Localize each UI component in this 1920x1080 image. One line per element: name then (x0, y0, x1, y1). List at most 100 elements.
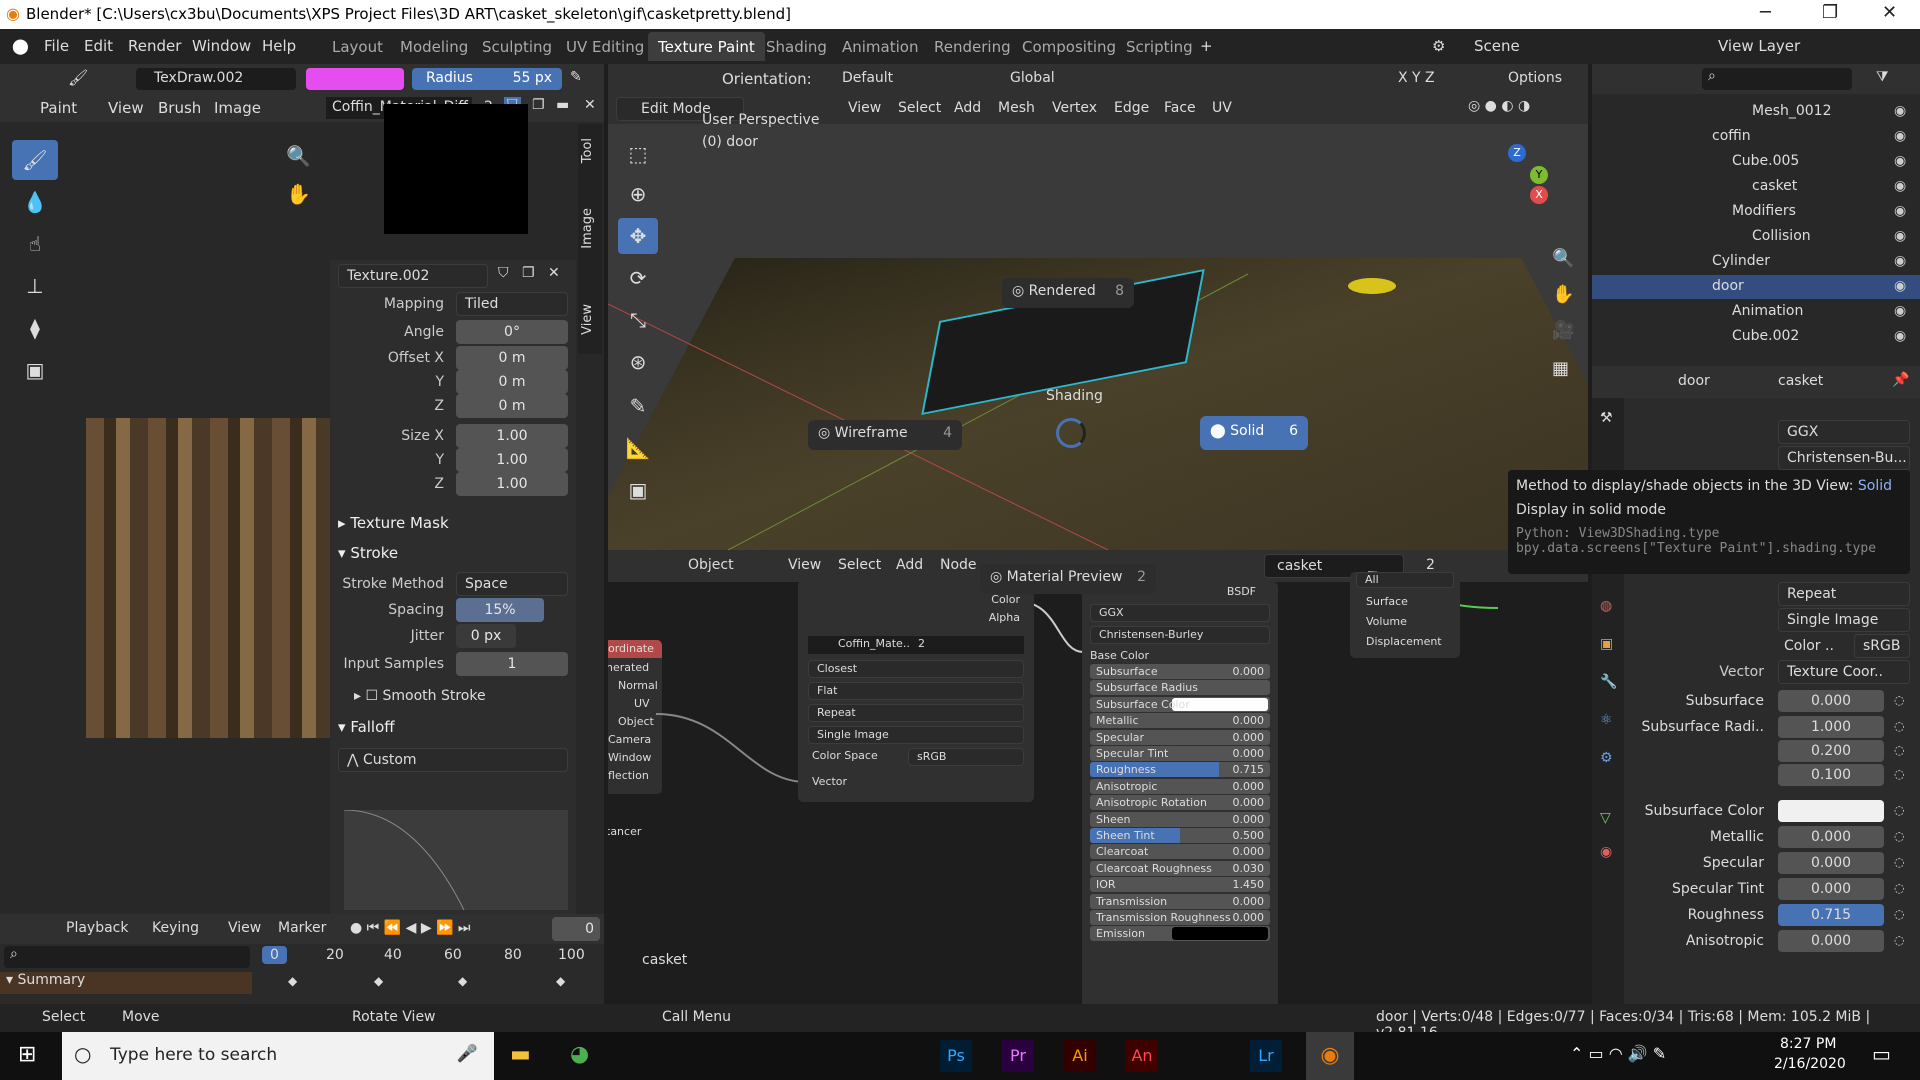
jitter-field[interactable]: 0 px (456, 624, 516, 648)
bsdf-input-row[interactable]: Roughness 0.715 (1090, 762, 1270, 778)
rotate-tool-icon[interactable]: ⟳ (618, 260, 658, 296)
visibility-eye-icon[interactable]: ◉ (1894, 203, 1906, 219)
size-x-field[interactable]: 1.00 (456, 424, 568, 448)
navigation-gizmo[interactable]: Z Y X (1470, 144, 1560, 234)
clock-time[interactable]: 8:27 PM (1780, 1036, 1836, 1052)
illustrator-icon[interactable]: Ai (1064, 1040, 1096, 1072)
outliner-item[interactable]: casket ◉ (1592, 175, 1920, 199)
camera-view-icon[interactable]: 🎥 (1552, 320, 1574, 341)
menu-help[interactable]: Help (262, 37, 296, 55)
keyframe-marker[interactable]: ◆ (374, 974, 383, 988)
tab-rendering[interactable]: Rendering (924, 32, 1021, 61)
projection-dropdown[interactable]: Flat (808, 682, 1024, 700)
premiere-icon[interactable]: Pr (1002, 1040, 1034, 1072)
pan-view-icon[interactable]: ✋ (1552, 284, 1574, 305)
blender-menu-icon[interactable]: ⬤ (12, 37, 29, 55)
size-z-field[interactable]: 1.00 (456, 472, 568, 496)
paint-mode-dropdown[interactable]: Paint (40, 99, 77, 117)
constraint-tab-icon[interactable]: ⚙ (1600, 750, 1613, 766)
extension-dropdown[interactable]: Repeat (808, 704, 1024, 722)
notifications-icon[interactable]: ▭ (1872, 1042, 1891, 1066)
spacing-field[interactable]: 15% (456, 598, 544, 622)
move-tool-icon[interactable]: ✥ (618, 218, 658, 254)
property-value-field[interactable]: 0.200 (1778, 740, 1884, 762)
outliner-search[interactable]: ⌕ (1702, 68, 1852, 90)
zoom-view-icon[interactable]: 🔍 (1552, 248, 1574, 269)
falloff-preset-dropdown[interactable]: ⋀ Custom (338, 748, 568, 772)
close-icon[interactable]: ✕ (1882, 2, 1897, 23)
bsdf-input-row[interactable]: Subsurface Color (1090, 696, 1270, 712)
physics-tab-icon[interactable]: ⚛ (1600, 712, 1613, 728)
tab-modeling[interactable]: Modeling (390, 32, 478, 61)
radius-field[interactable]: Radius 55 px (412, 68, 562, 90)
menu-playback[interactable]: Playback (66, 920, 128, 936)
property-value-field[interactable]: 0.100 (1778, 764, 1884, 786)
gizmo-z-icon[interactable]: Z (1508, 144, 1526, 162)
tab-texture-paint[interactable]: Texture Paint (648, 32, 765, 61)
socket-link-icon[interactable]: ◌ (1894, 829, 1904, 843)
smooth-stroke-checkbox[interactable]: ▸ ☐ Smooth Stroke (354, 688, 486, 704)
ortho-toggle-icon[interactable]: ▦ (1552, 358, 1569, 379)
material-preview-pie-button[interactable]: ◎ Material Preview 2 (980, 564, 1156, 594)
file-explorer-icon[interactable]: ▬ (510, 1042, 531, 1067)
projection-dropdown[interactable]: Single Image (1778, 608, 1910, 632)
socket-link-icon[interactable]: ◌ (1894, 907, 1904, 921)
bsdf-input-row[interactable]: Metallic 0.000 (1090, 713, 1270, 729)
brush-name-field[interactable]: TexDraw.002 (136, 68, 296, 90)
texture-unlink-icon[interactable]: ✕ (548, 265, 560, 281)
taskbar-search-box[interactable]: ○ Type here to search 🎤 (62, 1032, 494, 1080)
property-value-field[interactable]: 0.000 (1778, 930, 1884, 952)
timeline-search[interactable]: ⌕ (4, 946, 250, 968)
draw-tool-icon[interactable]: 🖌 (12, 140, 58, 180)
falloff-section[interactable]: ▾ Falloff (338, 718, 395, 736)
outliner-item[interactable]: Cylinder ◉ (1592, 250, 1920, 274)
bsdf-input-row[interactable]: Sheen 0.000 (1090, 811, 1270, 827)
viewport-3d[interactable]: Orientation: Default Global X Y Z Option… (608, 64, 1588, 550)
socket-link-icon[interactable]: ◌ (1894, 855, 1904, 869)
minimize-icon[interactable]: ─ (1760, 2, 1771, 23)
tool-tab-icon[interactable]: ⚒ (1600, 410, 1613, 426)
cursor-tool-icon[interactable]: ⊕ (618, 176, 658, 212)
fill-tool-icon[interactable]: ⧫ (12, 308, 58, 348)
annotate-tool-icon[interactable]: ✎ (618, 388, 658, 424)
keyframe-marker[interactable]: ◆ (458, 974, 467, 988)
tab-sculpting[interactable]: Sculpting (472, 32, 562, 61)
socket-link-icon[interactable]: ◌ (1894, 803, 1904, 817)
pie-rendered-button[interactable]: ◎ Rendered 8 (1002, 278, 1134, 308)
menu-image[interactable]: Image (214, 99, 261, 117)
bsdf-input-row[interactable]: Emission (1090, 926, 1270, 942)
outliner-item[interactable]: door ◉ (1592, 275, 1920, 299)
view-layer-name[interactable]: View Layer (1718, 37, 1800, 55)
outliner-item[interactable]: coffin ◉ (1592, 125, 1920, 149)
tab-animation[interactable]: Animation (832, 32, 928, 61)
tab-view[interactable]: View (580, 304, 595, 335)
distribution-dropdown[interactable]: GGX (1090, 604, 1270, 622)
socket-link-icon[interactable]: ◌ (1894, 743, 1904, 757)
playback-controls[interactable]: ● ⏮ ⏪ ◀ ▶ ⏩ ⏭ (350, 920, 471, 936)
bsdf-input-row[interactable]: Clearcoat 0.000 (1090, 844, 1270, 860)
add-workspace-icon[interactable]: + (1200, 37, 1213, 55)
measure-tool-icon[interactable]: 📐 (618, 430, 658, 466)
image-texture-node[interactable]: Color Alpha Coffin_Mate.. 2 Closest Flat… (798, 580, 1034, 802)
property-value-field[interactable] (1778, 800, 1884, 822)
filter-icon[interactable]: ⧩ (1876, 69, 1889, 85)
menu-marker[interactable]: Marker (278, 920, 326, 936)
pan-icon[interactable]: ✋ (286, 182, 311, 206)
keyframe-marker[interactable]: ◆ (556, 974, 565, 988)
texture-fake-user-icon[interactable]: ⛉ (498, 265, 509, 281)
offset-y-field[interactable]: 0 m (456, 370, 568, 394)
animate-icon[interactable]: An (1126, 1040, 1158, 1072)
scale-tool-icon[interactable]: ⤡ (618, 302, 658, 338)
property-value-field[interactable]: 0.000 (1778, 690, 1884, 712)
subsurface-method-dropdown[interactable]: Christensen-Bu... (1778, 446, 1910, 470)
bsdf-input-row[interactable]: Transmission Roughness 0.000 (1090, 910, 1270, 925)
bsdf-input-row[interactable]: IOR 1.450 (1090, 877, 1270, 893)
visibility-eye-icon[interactable]: ◉ (1894, 278, 1906, 294)
tab-uv-editing[interactable]: UV Editing (556, 32, 654, 61)
output-target-dropdown[interactable]: All (1356, 572, 1454, 588)
world-tab-icon[interactable]: ◍ (1600, 598, 1612, 614)
stroke-section[interactable]: ▾ Stroke (338, 544, 398, 562)
property-value-field[interactable]: 0.000 (1778, 878, 1884, 900)
material-tab-icon[interactable]: ◉ (1600, 844, 1612, 860)
pressure-icon[interactable]: ✎ (570, 69, 582, 85)
